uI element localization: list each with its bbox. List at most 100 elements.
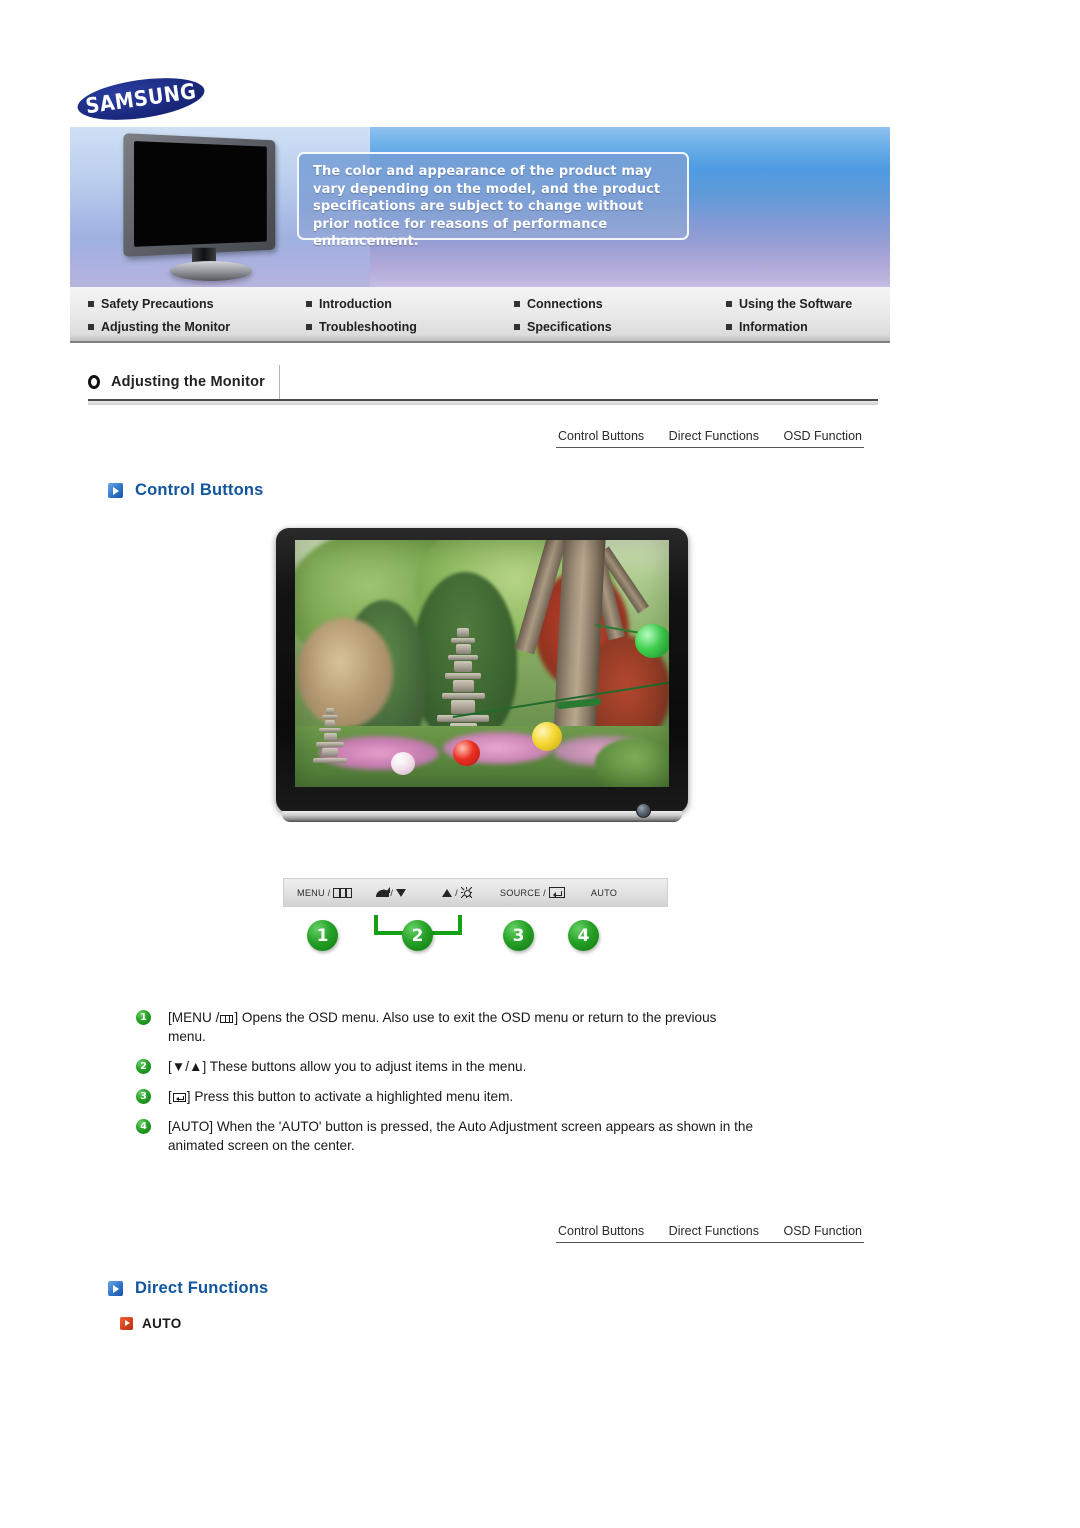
- samsung-logo: SAMSUNG: [74, 71, 208, 127]
- direct-function-auto[interactable]: AUTO: [120, 1316, 182, 1331]
- nav-item-label: Troubleshooting: [319, 319, 417, 334]
- bullet-square-icon: [514, 300, 520, 307]
- nav-item-troubleshooting[interactable]: Troubleshooting: [306, 320, 514, 334]
- control-button-label: /: [390, 887, 394, 898]
- control-button-descriptions: 1 [MENU /] Opens the OSD menu. Also use …: [136, 1008, 756, 1166]
- direct-function-label: AUTO: [142, 1316, 182, 1331]
- nav-item-label: Using the Software: [739, 296, 853, 311]
- blue-arrow-icon: [108, 483, 123, 498]
- crumb-direct-functions[interactable]: Direct Functions: [669, 1224, 759, 1238]
- circle-o-icon: [88, 375, 100, 389]
- description-row-2: 2 [▼/▲] These buttons allow you to adjus…: [136, 1057, 756, 1076]
- nav-item-information[interactable]: Information: [726, 320, 878, 334]
- description-text: [MENU /] Opens the OSD menu. Also use to…: [168, 1008, 756, 1046]
- nav-item-label: Connections: [527, 296, 603, 311]
- description-badge: 1: [136, 1010, 151, 1025]
- callout-number-4: 4: [568, 920, 599, 951]
- nav-item-label: Introduction: [319, 296, 392, 311]
- description-row-4: 4 [AUTO] When the 'AUTO' button is press…: [136, 1117, 756, 1155]
- heading-label: Direct Functions: [135, 1279, 269, 1297]
- description-badge: 3: [136, 1089, 151, 1104]
- photo-vignette: [295, 540, 669, 787]
- crumb-control-buttons[interactable]: Control Buttons: [558, 1224, 644, 1238]
- menu-osd-icon: [333, 887, 353, 898]
- power-button-icon[interactable]: [636, 803, 651, 818]
- nav-grid: Safety Precautions Introduction Connecti…: [88, 292, 878, 338]
- hero-banner: The color and appearance of the product …: [70, 127, 890, 287]
- callout-number-3: 3: [503, 920, 534, 951]
- description-text-pre: [▼/▲] These buttons allow you to adjust …: [168, 1059, 527, 1074]
- control-button-strip: MENU / / / SOURCE / AUTO: [283, 878, 668, 907]
- description-text: [AUTO] When the 'AUTO' button is pressed…: [168, 1117, 756, 1155]
- nav-item-connections[interactable]: Connections: [514, 297, 726, 311]
- monitor-base: [170, 261, 252, 281]
- triangle-down-icon: [396, 888, 407, 897]
- control-button-label: SOURCE /: [499, 887, 546, 898]
- control-button-auto[interactable]: AUTO: [591, 888, 617, 898]
- crumb-control-buttons[interactable]: Control Buttons: [558, 429, 644, 443]
- nav-item-adjusting-the-monitor[interactable]: Adjusting the Monitor: [88, 320, 306, 334]
- control-button-up[interactable]: /: [442, 887, 472, 898]
- bullet-square-icon: [88, 323, 94, 330]
- bullet-square-icon: [306, 300, 312, 307]
- menu-osd-icon: [220, 1015, 234, 1023]
- crumb-direct-functions[interactable]: Direct Functions: [669, 429, 759, 443]
- heading-direct-functions: Direct Functions: [108, 1279, 268, 1298]
- banner-notice-text: The color and appearance of the product …: [313, 164, 661, 249]
- description-badge: 2: [136, 1059, 151, 1074]
- section-tab: Adjusting the Monitor: [88, 365, 281, 399]
- description-text-pre: [: [168, 1089, 172, 1104]
- monitor-bezel: [123, 133, 276, 257]
- control-button-menu[interactable]: MENU /: [297, 887, 353, 898]
- page-title: Adjusting the Monitor: [111, 374, 266, 390]
- logo-text: SAMSUNG: [84, 79, 198, 119]
- monitor-screen: [134, 141, 267, 247]
- nav-item-label: Adjusting the Monitor: [101, 319, 231, 334]
- bullet-square-icon: [306, 323, 312, 330]
- heading-label: Control Buttons: [135, 481, 264, 499]
- description-text: [ ] Press this button to activate a highl…: [168, 1087, 513, 1106]
- triangle-up-icon: [442, 888, 453, 897]
- blue-arrow-icon: [108, 1281, 123, 1296]
- enter-icon: [172, 1093, 186, 1102]
- section-divider: [88, 401, 878, 405]
- description-text-post: ] Press this button to activate a highli…: [186, 1089, 514, 1104]
- nav-item-label: Specifications: [527, 319, 612, 334]
- bullet-square-icon: [726, 300, 732, 307]
- nav-item-label: Information: [739, 319, 808, 334]
- breadcrumb-tabs-top: Control Buttons Direct Functions OSD Fun…: [556, 418, 864, 448]
- crumb-osd-function[interactable]: OSD Function: [783, 429, 862, 443]
- crumb-osd-function[interactable]: OSD Function: [783, 1224, 862, 1238]
- nav-item-introduction[interactable]: Introduction: [306, 297, 514, 311]
- control-button-source[interactable]: SOURCE /: [499, 887, 565, 899]
- brightness-sun-icon: [461, 887, 472, 898]
- orange-arrow-icon: [120, 1317, 133, 1330]
- description-text: [▼/▲] These buttons allow you to adjust …: [168, 1057, 526, 1076]
- description-text-post: ] Opens the OSD menu. Also use to exit t…: [168, 1010, 717, 1044]
- nav-item-specifications[interactable]: Specifications: [514, 320, 726, 334]
- banner-notice-box: The color and appearance of the product …: [297, 152, 689, 249]
- description-text-pre: [AUTO] When the 'AUTO' button is pressed…: [168, 1119, 754, 1153]
- breadcrumb-tabs-bottom: Control Buttons Direct Functions OSD Fun…: [556, 1213, 864, 1243]
- bullet-square-icon: [88, 300, 94, 307]
- description-row-3: 3 [ ] Press this button to activate a hig…: [136, 1087, 756, 1106]
- bullet-square-icon: [514, 323, 520, 330]
- monitor-body: [276, 528, 688, 813]
- monitor-bottom-bar: [282, 811, 682, 822]
- nav-item-safety-precautions[interactable]: Safety Precautions: [88, 297, 306, 311]
- enter-icon: [548, 887, 565, 899]
- callout-number-2: 2: [402, 920, 433, 951]
- magnifier-icon: [376, 887, 391, 897]
- control-button-label: /: [455, 887, 458, 898]
- section-header: Adjusting the Monitor: [88, 365, 878, 401]
- main-nav: Safety Precautions Introduction Connecti…: [70, 287, 890, 343]
- monitor-illustration: [276, 528, 688, 828]
- callout-number-1: 1: [307, 920, 338, 951]
- control-button-label: MENU /: [297, 887, 331, 898]
- logo-ellipse: SAMSUNG: [74, 71, 208, 127]
- product-monitor-image: [118, 133, 323, 285]
- control-button-down[interactable]: /: [376, 887, 407, 898]
- monitor-display-photo: [295, 540, 669, 787]
- nav-item-using-the-software[interactable]: Using the Software: [726, 297, 878, 311]
- nav-item-label: Safety Precautions: [101, 296, 214, 311]
